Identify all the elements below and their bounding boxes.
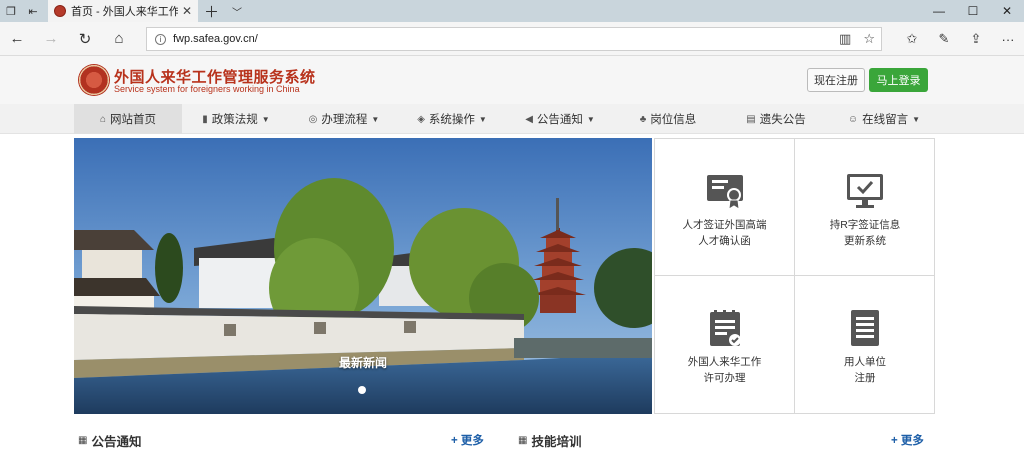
more-text: 更多 xyxy=(900,435,924,447)
more-menu-icon[interactable]: ··· xyxy=(992,32,1024,47)
tile-employer-registration[interactable]: 用人单位 注册 xyxy=(795,276,935,413)
window-controls: — ☐ ✕ xyxy=(922,0,1024,22)
section-title-text: 公告通知 xyxy=(91,435,142,449)
nav-label: 办理流程 xyxy=(321,114,368,126)
nav-label: 系统操作 xyxy=(428,114,475,126)
browser-tab-strip: ❐ ⇤ 首页 - 外国人来华工作管 ✕ ＋ ﹀ — ☐ ✕ xyxy=(0,0,1024,22)
caret-down-icon: ▼ xyxy=(261,114,270,124)
refresh-icon[interactable]: ↻ xyxy=(68,22,102,56)
section-title-text: 技能培训 xyxy=(531,435,582,449)
nav-item-job-info[interactable]: ♣ 岗位信息 xyxy=(614,104,722,134)
grid-icon: ▦ xyxy=(78,435,88,446)
browser-tools: ✩ ✎ ⇪ ··· xyxy=(896,22,1024,56)
nav-item-online-message[interactable]: ☺ 在线留言 ▼ xyxy=(830,104,938,134)
set-aside-tabs-icon[interactable]: ⇤ xyxy=(22,0,44,22)
tile-r-visa-update[interactable]: 持R字签证信息 更新系统 xyxy=(795,139,935,276)
site-title-en: Service system for foreigners working in… xyxy=(114,84,300,94)
minimize-icon[interactable]: — xyxy=(922,0,956,22)
nav-item-home[interactable]: ⌂ 网站首页 xyxy=(74,104,182,134)
caret-down-icon: ▼ xyxy=(586,114,595,124)
carousel-photo xyxy=(74,138,652,414)
browser-toolbar: ← → ↻ ⌂ i fwp.safea.gov.cn/ ▥ ☆ ✩ ✎ ⇪ ··… xyxy=(0,22,1024,56)
monitor-check-icon xyxy=(847,174,883,208)
url-text: fwp.safea.gov.cn/ xyxy=(173,33,258,45)
training-section-title: ▦ 技能培训 xyxy=(518,431,581,450)
caret-down-icon: ▼ xyxy=(478,114,487,124)
tile-label-line1: 持R字签证信息 xyxy=(829,219,901,231)
forward-icon[interactable]: → xyxy=(34,22,68,56)
browser-tab-active[interactable]: 首页 - 外国人来华工作管 ✕ xyxy=(48,0,198,22)
close-window-icon[interactable]: ✕ xyxy=(990,0,1024,22)
tile-label-line1: 用人单位 xyxy=(844,356,886,368)
nav-item-policies[interactable]: ▮ 政策法规 ▼ xyxy=(182,104,290,134)
site-info-icon[interactable]: i xyxy=(155,33,166,45)
register-button[interactable]: 现在注册 xyxy=(807,68,865,92)
book-icon: ▮ xyxy=(202,113,208,125)
favorite-star-icon[interactable]: ☆ xyxy=(863,31,875,47)
nav-item-procedure[interactable]: ◎ 办理流程 ▼ xyxy=(290,104,398,134)
nav-item-system-operation[interactable]: ◈ 系统操作 ▼ xyxy=(398,104,506,134)
comments-icon: ☺ xyxy=(847,113,859,125)
tile-label-line2: 注册 xyxy=(854,372,876,384)
plus-icon: + xyxy=(891,435,898,447)
tile-label-line1: 外国人来华工作 xyxy=(687,356,762,368)
tile-work-permit[interactable]: 外国人来华工作 许可办理 xyxy=(655,276,795,413)
nav-item-lost-notice[interactable]: ▤ 遗失公告 xyxy=(722,104,830,134)
tab-title: 首页 - 外国人来华工作管 xyxy=(71,6,178,18)
nav-label: 遗失公告 xyxy=(759,114,806,126)
announcements-section-title: ▦ 公告通知 xyxy=(78,431,141,450)
nav-label: 政策法规 xyxy=(211,114,258,126)
service-tiles: 人才签证外国高端 人才确认函 持R字签证信息 更新系统 外国人来华工作 许可办理… xyxy=(654,138,935,414)
clipboard-check-icon xyxy=(709,310,741,346)
cog-icon: ◎ xyxy=(308,113,318,125)
tile-label-line2: 许可办理 xyxy=(703,372,746,384)
close-tab-icon[interactable]: ✕ xyxy=(182,4,192,18)
document-list-icon xyxy=(851,310,879,346)
maximize-icon[interactable]: ☐ xyxy=(956,0,990,22)
layers-icon: ◈ xyxy=(417,113,425,125)
grid-icon: ▦ xyxy=(518,435,528,446)
caret-down-icon: ▼ xyxy=(912,114,921,124)
tile-label-line2: 人才确认函 xyxy=(698,235,751,247)
web-page: 外国人来华工作管理服务系统 Service system for foreign… xyxy=(0,56,1024,460)
tab-list-chevron-icon[interactable]: ﹀ xyxy=(232,0,242,22)
sitemap-icon: ♣ xyxy=(639,113,647,125)
training-more-link[interactable]: + 更多 xyxy=(891,432,924,448)
national-emblem-logo-icon xyxy=(78,64,110,96)
back-icon[interactable]: ← xyxy=(0,22,34,56)
nav-label: 网站首页 xyxy=(110,114,157,126)
carousel-indicator-dot[interactable] xyxy=(358,386,366,394)
tile-talent-visa-confirmation[interactable]: 人才签证外国高端 人才确认函 xyxy=(655,139,795,276)
pen-icon[interactable]: ✎ xyxy=(928,31,960,47)
login-button[interactable]: 马上登录 xyxy=(869,68,928,92)
share-icon[interactable]: ⇪ xyxy=(960,31,992,47)
reading-view-icon[interactable]: ▥ xyxy=(839,31,851,47)
new-tab-icon[interactable]: ＋ xyxy=(204,0,219,22)
more-text: 更多 xyxy=(460,435,484,447)
carousel-caption[interactable]: 最新新闻 xyxy=(74,354,652,371)
nav-label: 岗位信息 xyxy=(650,114,697,126)
plus-icon: + xyxy=(451,435,458,447)
news-carousel[interactable]: 最新新闻 xyxy=(74,138,652,414)
nav-item-announcements[interactable]: ◀ 公告通知 ▼ xyxy=(506,104,614,134)
certificate-icon xyxy=(706,175,743,210)
address-bar-actions: ▥ ☆ xyxy=(839,28,875,50)
tile-label-line1: 人才签证外国高端 xyxy=(682,219,767,231)
site-header: 外国人来华工作管理服务系统 Service system for foreign… xyxy=(0,56,1024,104)
nav-label: 在线留言 xyxy=(862,114,909,126)
main-nav: ⌂ 网站首页 ▮ 政策法规 ▼ ◎ 办理流程 ▼ ◈ 系统操作 ▼ ◀ 公告通知… xyxy=(0,104,1024,134)
nav-label: 公告通知 xyxy=(536,114,583,126)
announcements-more-link[interactable]: + 更多 xyxy=(451,432,484,448)
address-bar[interactable]: i fwp.safea.gov.cn/ ▥ ☆ xyxy=(146,27,882,51)
caret-down-icon: ▼ xyxy=(371,114,380,124)
favorites-hub-icon[interactable]: ✩ xyxy=(896,31,928,47)
tab-actions-icon[interactable]: ❐ xyxy=(0,0,22,22)
tile-label-line2: 更新系统 xyxy=(844,235,886,247)
home-icon[interactable]: ⌂ xyxy=(102,22,136,56)
home-icon: ⌂ xyxy=(99,113,107,125)
site-favicon-icon xyxy=(54,5,66,17)
file-icon: ▤ xyxy=(746,113,756,125)
bullhorn-icon: ◀ xyxy=(525,113,533,125)
